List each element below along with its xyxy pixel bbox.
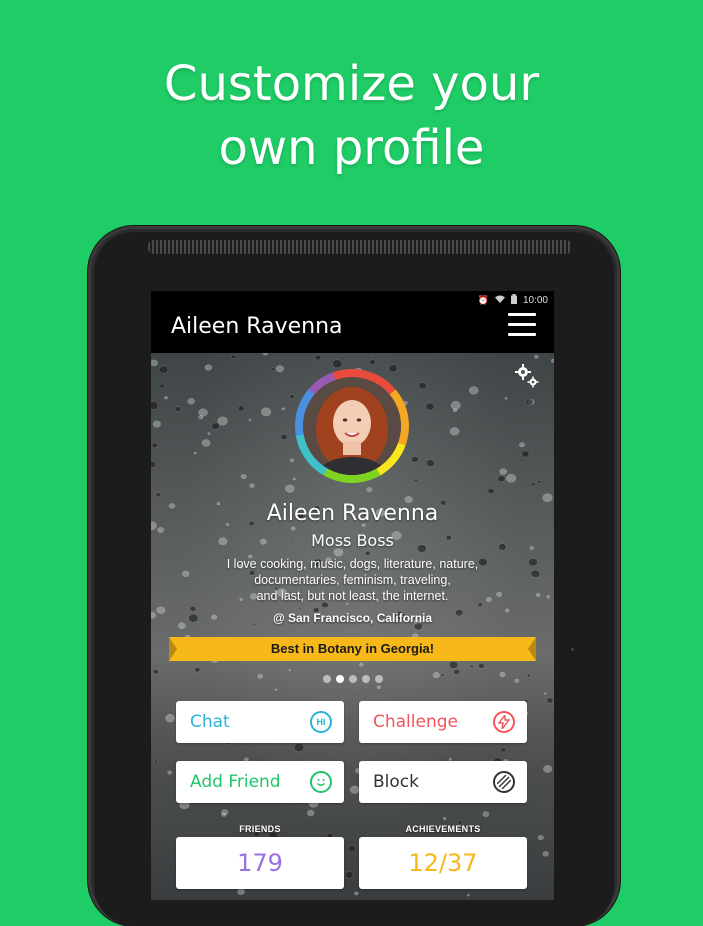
profile-name: Aileen Ravenna [266, 501, 439, 526]
app-bar: Aileen Ravenna [151, 309, 554, 353]
achievement-ribbon: Best in Botany in Georgia! [169, 637, 536, 661]
profile-title: Moss Boss [311, 531, 394, 550]
settings-gears-icon[interactable] [514, 363, 540, 394]
add-friend-button[interactable]: Add Friend [176, 761, 344, 803]
block-icon [493, 771, 515, 793]
carousel-dot[interactable] [322, 675, 331, 683]
promo-headline: Customize your own profile [0, 52, 703, 180]
carousel-dot-active[interactable] [335, 675, 344, 683]
battery-icon [510, 294, 517, 306]
smiley-icon [310, 771, 332, 793]
achievements-count[interactable]: 12/37 [359, 837, 527, 889]
chat-label: Chat [190, 712, 230, 732]
app-bar-title: Aileen Ravenna [171, 314, 343, 339]
alarm-icon: ⏰ [477, 294, 489, 305]
add-friend-label: Add Friend [190, 772, 281, 792]
bio-line: I love cooking, music, dogs, literature,… [226, 557, 479, 571]
block-label: Block [373, 772, 419, 792]
profile-bio: I love cooking, music, dogs, literature,… [191, 556, 514, 604]
friends-count[interactable]: 179 [176, 837, 344, 889]
bio-line: documentaries, feminism, traveling, [254, 573, 451, 587]
chat-button[interactable]: Chat HI [176, 701, 344, 743]
profile-content: Aileen Ravenna Moss Boss I love cooking,… [151, 353, 554, 900]
status-time: 10:00 [522, 294, 548, 306]
hamburger-menu-icon[interactable] [508, 313, 536, 337]
friends-label: FRIENDS [239, 824, 281, 834]
profile-location: @ San Francisco, California [272, 611, 433, 625]
speaker-grille [148, 240, 572, 254]
achievements-label: ACHIEVEMENTS [405, 824, 481, 834]
promo-headline-line1: Customize your [163, 56, 540, 112]
avatar [303, 377, 401, 475]
avatar-ring[interactable] [295, 369, 409, 483]
carousel-indicator [151, 675, 554, 683]
carousel-dot[interactable] [348, 675, 357, 683]
challenge-button[interactable]: Challenge [359, 701, 527, 743]
carousel-dot[interactable] [361, 675, 370, 683]
bio-line: and last, but not least, the internet. [256, 589, 449, 603]
device-screen: ⏰ 10:00 Aileen Ravenna Aileen Ravenna Mo… [151, 291, 554, 900]
lightning-icon [493, 711, 515, 733]
carousel-dot[interactable] [374, 675, 383, 683]
challenge-label: Challenge [373, 712, 458, 732]
chat-bubble-icon: HI [310, 711, 332, 733]
sensor-dot [571, 648, 574, 651]
block-button[interactable]: Block [359, 761, 527, 803]
promo-headline-line2: own profile [218, 120, 485, 176]
wifi-icon [494, 295, 505, 305]
status-bar: ⏰ 10:00 [151, 291, 554, 309]
